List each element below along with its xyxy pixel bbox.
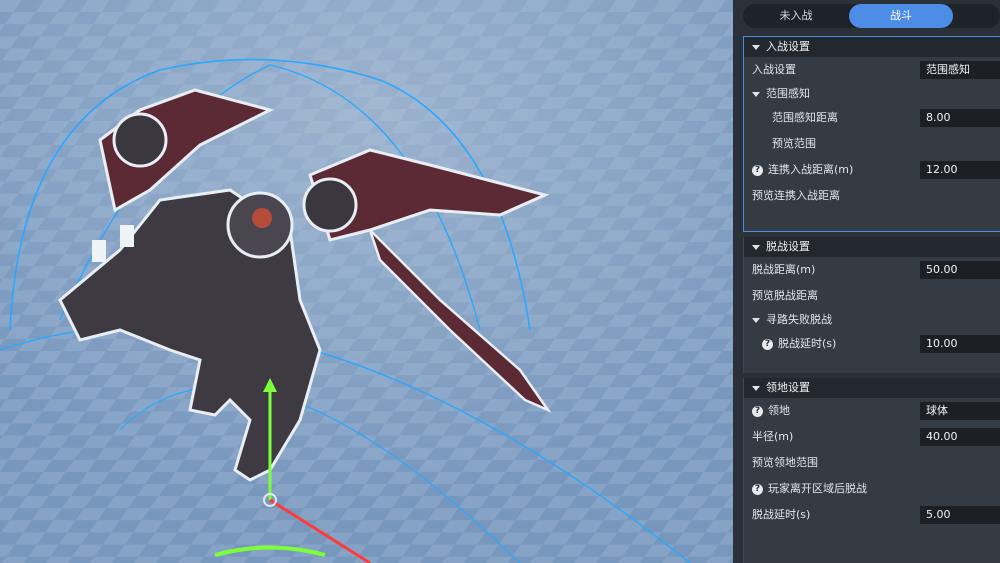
section-header-territory[interactable]: 领地设置 xyxy=(744,378,1000,398)
help-icon[interactable]: ? xyxy=(752,405,763,417)
row-radius: 半径(m) 40.00 xyxy=(744,424,1000,450)
leave-distance-input[interactable]: 50.00 xyxy=(920,261,1000,279)
collapse-triangle-icon xyxy=(752,317,760,323)
row-territory: ? 领地 球体 xyxy=(744,398,1000,424)
section-leave-battle: 脱战设置 脱战距离(m) 50.00 预览脱战距离 寻路失败脱战 ? 脱战延时(s… xyxy=(743,237,1000,373)
tab-not-in-battle[interactable]: 未入战 xyxy=(751,4,841,28)
collapse-triangle-icon xyxy=(752,44,760,50)
row-player-leave: ? 玩家离开区域后脱战 xyxy=(744,476,1000,502)
section-header-leave-battle[interactable]: 脱战设置 xyxy=(744,237,1000,257)
radius-input[interactable]: 40.00 xyxy=(920,428,1000,446)
row-preview-leave-distance[interactable]: 预览脱战距离 xyxy=(744,283,1000,309)
inspector-panel: 未入战 战斗 入战设置 入战设置 范围感知 范围感知 范围感知距离 8.00 预… xyxy=(733,0,1000,563)
tab-battle[interactable]: 战斗 xyxy=(849,4,953,28)
row-chain-distance: ? 连携入战距离(m) 12.00 xyxy=(744,157,1000,183)
help-icon[interactable]: ? xyxy=(752,483,763,495)
section-territory: 领地设置 ? 领地 球体 半径(m) 40.00 预览领地范围 ? 玩家离开区域后脱… xyxy=(743,378,1000,563)
floor-grid xyxy=(0,0,733,563)
row-preview-territory[interactable]: 预览领地范围 xyxy=(744,450,1000,476)
row-range-distance: 范围感知距离 8.00 xyxy=(744,105,1000,131)
row-preview-chain[interactable]: 预览连携入战距离 xyxy=(744,183,1000,209)
collapse-triangle-icon xyxy=(752,244,760,250)
enter-setting-dropdown[interactable]: 范围感知 xyxy=(920,61,1000,79)
scene-viewport[interactable] xyxy=(0,0,733,563)
collapse-triangle-icon xyxy=(752,91,760,97)
pathfail-timeout-input[interactable]: 10.00 xyxy=(920,335,1000,353)
row-pathfail-timeout: ? 脱战延时(s) 10.00 xyxy=(744,331,1000,357)
help-icon[interactable]: ? xyxy=(762,338,773,350)
row-preview-range[interactable]: 预览范围 xyxy=(744,131,1000,157)
row-leave-distance: 脱战距离(m) 50.00 xyxy=(744,257,1000,283)
group-range-sense[interactable]: 范围感知 xyxy=(744,83,1000,105)
territory-delay-input[interactable]: 5.00 xyxy=(920,506,1000,524)
territory-shape-dropdown[interactable]: 球体 xyxy=(920,402,1000,420)
section-enter-battle: 入战设置 入战设置 范围感知 范围感知 范围感知距离 8.00 预览范围 ? 连携… xyxy=(743,36,1000,232)
group-pathfail[interactable]: 寻路失败脱战 xyxy=(744,309,1000,331)
mode-tabbar: 未入战 战斗 xyxy=(743,4,1000,28)
range-distance-input[interactable]: 8.00 xyxy=(920,109,1000,127)
help-icon[interactable]: ? xyxy=(752,164,763,176)
row-enter-setting: 入战设置 范围感知 xyxy=(744,57,1000,83)
collapse-triangle-icon xyxy=(752,385,760,391)
row-territory-delay: 脱战延时(s) 5.00 xyxy=(744,502,1000,528)
chain-distance-input[interactable]: 12.00 xyxy=(920,161,1000,179)
section-header-enter-battle[interactable]: 入战设置 xyxy=(744,37,1000,57)
